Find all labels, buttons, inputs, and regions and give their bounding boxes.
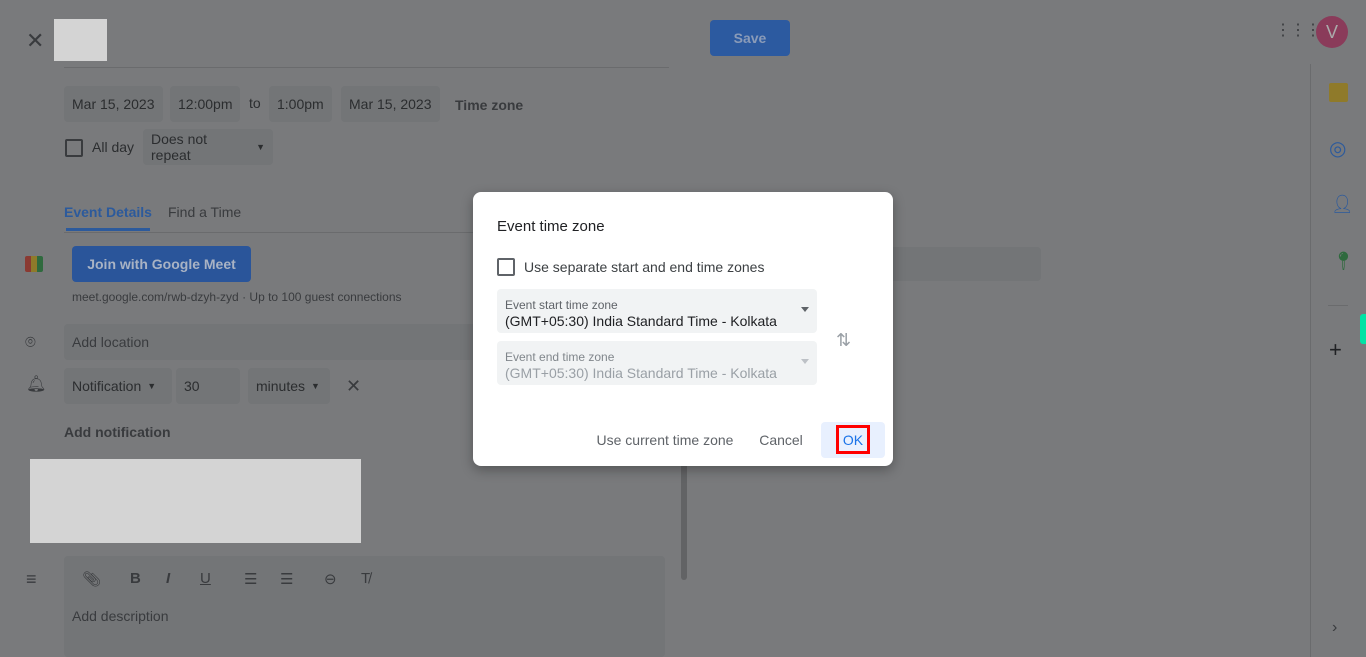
start-time-zone-label: Event start time zone <box>505 298 618 312</box>
all-day-label: All day <box>92 139 135 155</box>
notification-unit-dropdown[interactable]: minutes ▼ <box>248 368 330 404</box>
bell-icon: 🔔︎ <box>26 376 47 393</box>
tab-active-indicator <box>66 228 150 231</box>
swap-time-zones-icon[interactable]: ⇅ <box>836 330 851 351</box>
repeat-dropdown[interactable]: Does not repeat ▼ <box>143 129 273 165</box>
end-date[interactable]: Mar 15, 2023 <box>341 86 440 122</box>
start-time-zone-dropdown[interactable]: Event start time zone (GMT+05:30) India … <box>497 289 817 333</box>
italic-icon[interactable]: I <box>166 570 170 587</box>
bulleted-list-icon[interactable]: ☰ <box>280 570 293 588</box>
end-time-zone-dropdown: Event end time zone (GMT+05:30) India St… <box>497 341 817 385</box>
cancel-button[interactable]: Cancel <box>751 423 811 457</box>
save-button[interactable]: Save <box>710 20 790 56</box>
ok-button[interactable]: OK <box>836 425 870 454</box>
end-time[interactable]: 1:00pm <box>269 86 332 122</box>
use-current-time-zone-button[interactable]: Use current time zone <box>581 423 749 457</box>
notification-value-input[interactable]: 30 <box>176 368 240 404</box>
side-divider <box>1328 305 1348 306</box>
chevron-down-icon: ▼ <box>256 142 265 152</box>
chevron-down-icon <box>801 359 809 364</box>
scrollbar[interactable] <box>681 460 687 580</box>
link-icon[interactable]: ⊖ <box>324 570 337 588</box>
location-icon: ⌾ <box>25 332 36 352</box>
tasks-icon[interactable]: ◎ <box>1329 139 1346 159</box>
title-redacted <box>54 19 107 61</box>
notification-unit: minutes <box>256 378 306 394</box>
tab-event-details[interactable]: Event Details <box>64 204 152 220</box>
chevron-right-icon[interactable]: › <box>1332 620 1337 636</box>
end-time-zone-value: (GMT+05:30) India Standard Time - Kolkat… <box>505 365 777 381</box>
time-zone-button[interactable]: Time zone <box>455 97 523 113</box>
numbered-list-icon[interactable]: ☰ <box>244 570 257 588</box>
event-time-zone-dialog: Event time zone Use separate start and e… <box>473 192 893 466</box>
avatar[interactable]: V <box>1316 16 1348 48</box>
modal-backdrop[interactable]: { "header":{"save_label":"Save","avatar_… <box>0 0 1366 657</box>
meet-info[interactable]: meet.google.com/rwb-dzyh-zyd · Up to 100… <box>72 290 402 304</box>
google-meet-icon <box>25 256 43 272</box>
remove-notification-icon[interactable]: ✕ <box>346 377 361 395</box>
contacts-icon[interactable]: 👤︎ <box>1331 195 1354 213</box>
description-icon: ≡ <box>26 569 37 589</box>
bold-icon[interactable]: B <box>130 570 141 587</box>
clear-format-icon[interactable]: T̸ <box>361 570 370 587</box>
dialog-title: Event time zone <box>497 218 605 235</box>
separate-zones-checkbox[interactable] <box>497 258 515 276</box>
redacted-block <box>30 459 361 543</box>
side-indicator <box>1360 314 1366 344</box>
apps-grid-icon[interactable]: ⋮⋮⋮ <box>1275 23 1321 39</box>
keep-icon[interactable] <box>1329 83 1348 102</box>
tab-find-a-time[interactable]: Find a Time <box>168 204 241 220</box>
title-underline <box>64 67 669 68</box>
add-addon-icon[interactable]: + <box>1329 339 1342 361</box>
join-meet-button[interactable]: Join with Google Meet <box>72 246 251 282</box>
description-input[interactable]: Add description <box>72 608 169 624</box>
close-icon[interactable]: ✕ <box>26 30 44 52</box>
chevron-down-icon: ▼ <box>311 381 320 391</box>
start-time[interactable]: 12:00pm <box>170 86 241 122</box>
maps-icon[interactable]: 📍︎ <box>1332 252 1355 270</box>
start-date[interactable]: Mar 15, 2023 <box>64 86 163 122</box>
add-notification-button[interactable]: Add notification <box>64 424 171 440</box>
attach-icon[interactable]: 📎︎ <box>82 570 101 588</box>
repeat-value: Does not repeat <box>151 131 208 163</box>
separate-zones-label: Use separate start and end time zones <box>524 259 765 275</box>
underline-icon[interactable]: U <box>200 570 211 587</box>
all-day-checkbox[interactable] <box>65 139 83 157</box>
chevron-down-icon: ▼ <box>147 381 157 391</box>
notification-type-dropdown[interactable]: Notification ▼ <box>64 368 172 404</box>
notification-type: Notification <box>72 378 142 394</box>
chevron-down-icon <box>801 307 809 312</box>
end-time-zone-label: Event end time zone <box>505 350 615 364</box>
to-label: to <box>249 95 261 111</box>
start-time-zone-value: (GMT+05:30) India Standard Time - Kolkat… <box>505 313 777 329</box>
